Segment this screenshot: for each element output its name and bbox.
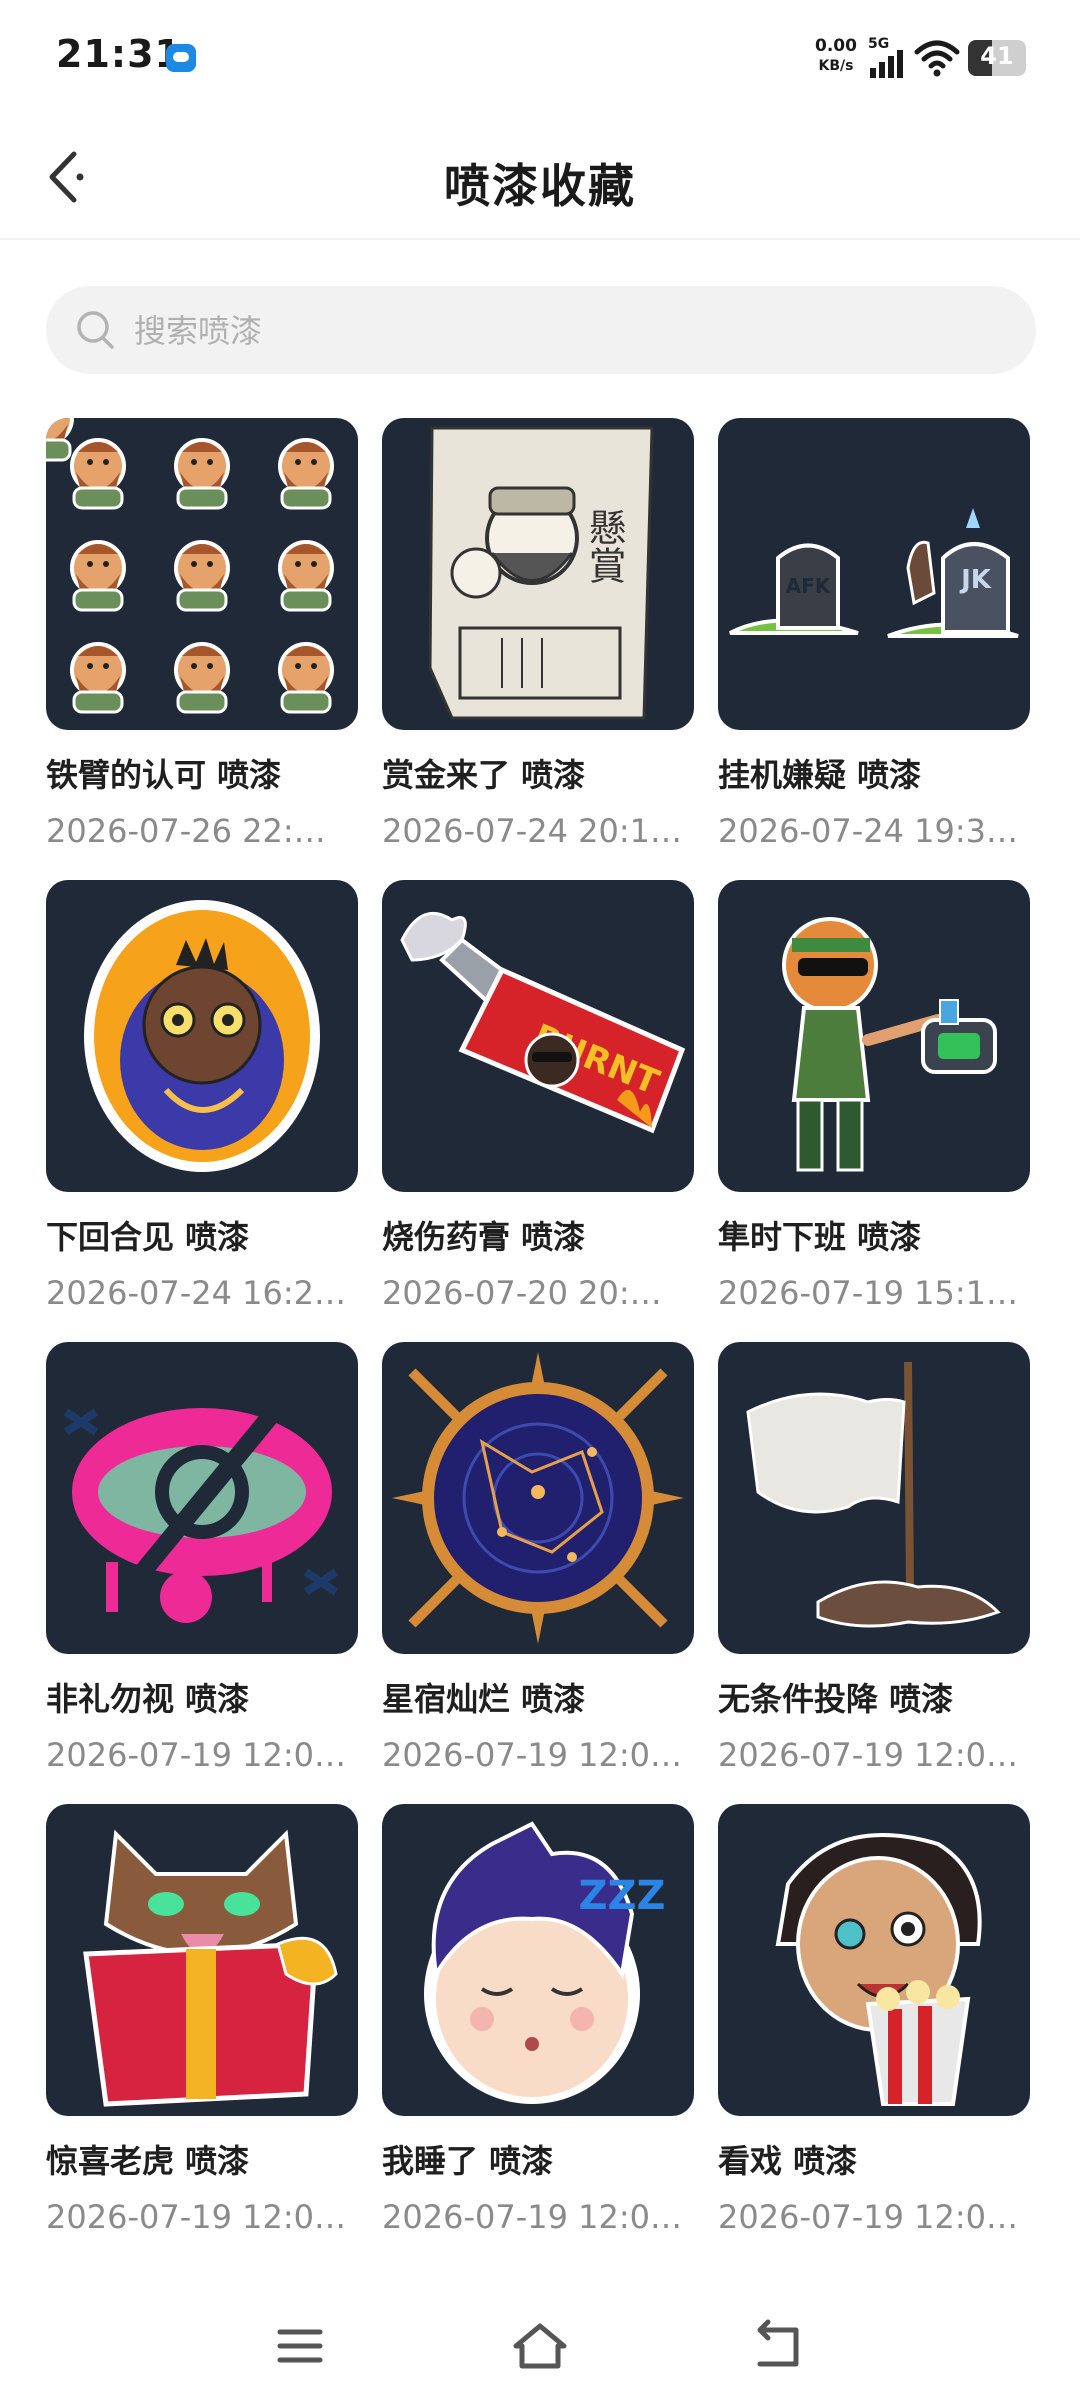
status-time: 21:31 xyxy=(56,32,182,76)
spray-name: 非礼勿视 喷漆 xyxy=(46,1680,250,1718)
spray-card[interactable]: 无条件投降 喷漆 2026-07-19 12:0… xyxy=(718,1342,1030,1774)
spray-thumbnail xyxy=(718,1804,1030,2116)
spray-card[interactable]: ZZZ 我睡了 喷漆 2026-07-19 12:0… xyxy=(382,1804,694,2236)
popcorn-character-image xyxy=(775,1833,982,2106)
tiger-in-gift-box-image xyxy=(83,1829,338,2107)
search-icon xyxy=(77,311,114,349)
status-bar: 21:31 0.00 KB/s 5G 41 xyxy=(0,0,1080,110)
search-bar[interactable] xyxy=(46,286,1036,374)
spray-name: 看戏 喷漆 xyxy=(718,2142,858,2180)
spray-name: 挂机嫌疑 喷漆 xyxy=(718,756,922,794)
character-clock-out-image xyxy=(782,917,997,1172)
sleep-chars: ZZZ xyxy=(578,1873,665,1919)
spray-card[interactable]: AFK JK 挂机嫌疑 喷漆 2026-07-24 19:3… xyxy=(718,418,1030,850)
spray-card[interactable]: 非礼勿视 喷漆 2026-07-19 12:0… xyxy=(46,1342,358,1774)
spray-date: 2026-07-19 12:0… xyxy=(46,1736,346,1774)
spray-card[interactable]: 看戏 喷漆 2026-07-19 12:0… xyxy=(718,1804,1030,2236)
spray-name: 我睡了 喷漆 xyxy=(382,2142,554,2180)
spray-name: 星宿灿烂 喷漆 xyxy=(382,1680,586,1718)
system-navigation-bar xyxy=(0,2290,1080,2400)
spray-name: 烧伤药膏 喷漆 xyxy=(382,1218,586,1256)
spray-date: 2026-07-19 12:0… xyxy=(382,1736,682,1774)
spray-thumbnail: AFK JK xyxy=(718,418,1030,730)
tombstones-image: AFK JK xyxy=(729,508,1019,638)
spray-date: 2026-07-20 20:… xyxy=(382,1274,662,1312)
back-nav-button[interactable] xyxy=(750,2316,810,2376)
wanted-poster-image: 懸賞 xyxy=(428,426,654,720)
header: 喷漆收藏 xyxy=(0,120,1080,240)
spray-name: 无条件投降 喷漆 xyxy=(718,1680,954,1718)
spray-thumbnail xyxy=(718,1342,1030,1654)
spray-date: 2026-07-19 12:0… xyxy=(46,2198,346,2236)
network-speed-unit: KB/s xyxy=(818,58,854,74)
app-notification-icon xyxy=(166,44,196,72)
spray-card[interactable]: 下回合见 喷漆 2026-07-24 16:2… xyxy=(46,880,358,1312)
home-icon xyxy=(513,2323,567,2369)
tomb-text-jk: JK xyxy=(959,565,992,595)
wifi-icon xyxy=(914,38,960,78)
battery-level: 41 xyxy=(980,42,1014,70)
search-input[interactable] xyxy=(132,300,996,362)
character-portal-image xyxy=(84,900,320,1172)
spray-card[interactable]: 惊喜老虎 喷漆 2026-07-19 12:0… xyxy=(46,1804,358,2236)
spray-thumbnail xyxy=(46,1342,358,1654)
spray-card[interactable]: 铁臂的认可 喷漆 2026-07-26 22:… xyxy=(46,418,358,850)
wanted-chars: 懸賞 xyxy=(582,508,626,584)
spray-card[interactable]: 隼时下班 喷漆 2026-07-19 15:1… xyxy=(718,880,1030,1312)
spray-date: 2026-07-19 15:1… xyxy=(718,1274,1018,1312)
spray-thumbnail: ZZZ xyxy=(382,1804,694,2116)
spray-card[interactable]: BURNT 烧伤药膏 喷漆 2026-07-20 20:… xyxy=(382,880,694,1312)
crossed-eye-graffiti-image xyxy=(63,1396,339,1623)
menu-button[interactable] xyxy=(270,2316,330,2376)
page-title: 喷漆收藏 xyxy=(444,159,636,213)
spray-date: 2026-07-19 12:0… xyxy=(382,2198,682,2236)
spray-thumbnail xyxy=(718,880,1030,1192)
spray-name: 下回合见 喷漆 xyxy=(46,1218,250,1256)
spray-name: 隼时下班 喷漆 xyxy=(718,1218,922,1256)
spray-thumbnail xyxy=(46,1804,358,2116)
bearded-character-grid-image xyxy=(46,418,334,714)
spray-thumbnail xyxy=(46,880,358,1192)
spray-date: 2026-07-19 12:0… xyxy=(718,1736,1018,1774)
spray-card[interactable]: 懸賞 赏金来了 喷漆 2026-07-24 20:1… xyxy=(382,418,694,850)
spray-card[interactable]: 星宿灿烂 喷漆 2026-07-19 12:0… xyxy=(382,1342,694,1774)
spray-thumbnail xyxy=(382,1342,694,1654)
spray-date: 2026-07-26 22:… xyxy=(46,812,326,850)
signal-icon: 5G xyxy=(868,36,906,80)
spray-name: 惊喜老虎 喷漆 xyxy=(46,2142,250,2180)
spray-date: 2026-07-24 16:2… xyxy=(46,1274,346,1312)
tomb-text-afk: AFK xyxy=(786,574,832,598)
home-button[interactable] xyxy=(510,2316,570,2376)
spray-date: 2026-07-19 12:0… xyxy=(718,2198,1018,2236)
sleeping-character-image: ZZZ xyxy=(424,1821,666,2104)
spray-date: 2026-07-24 20:1… xyxy=(382,812,682,850)
spray-thumbnail: 懸賞 xyxy=(382,418,694,730)
burnt-rocket-image: BURNT xyxy=(400,911,686,1134)
spray-name: 赏金来了 喷漆 xyxy=(382,756,586,794)
battery-icon: 41 xyxy=(968,40,1026,76)
spray-thumbnail: BURNT xyxy=(382,880,694,1192)
network-speed-value: 0.00 xyxy=(815,36,857,56)
back-arrow-icon xyxy=(757,2319,799,2367)
menu-icon xyxy=(277,2329,323,2363)
white-flag-image xyxy=(746,1361,1001,1628)
network-speed: 0.00 KB/s xyxy=(806,36,866,76)
spray-thumbnail xyxy=(46,418,358,730)
spray-date: 2026-07-24 19:3… xyxy=(718,812,1018,850)
spray-name: 铁臂的认可 喷漆 xyxy=(46,756,282,794)
constellation-medallion-image xyxy=(392,1352,684,1644)
